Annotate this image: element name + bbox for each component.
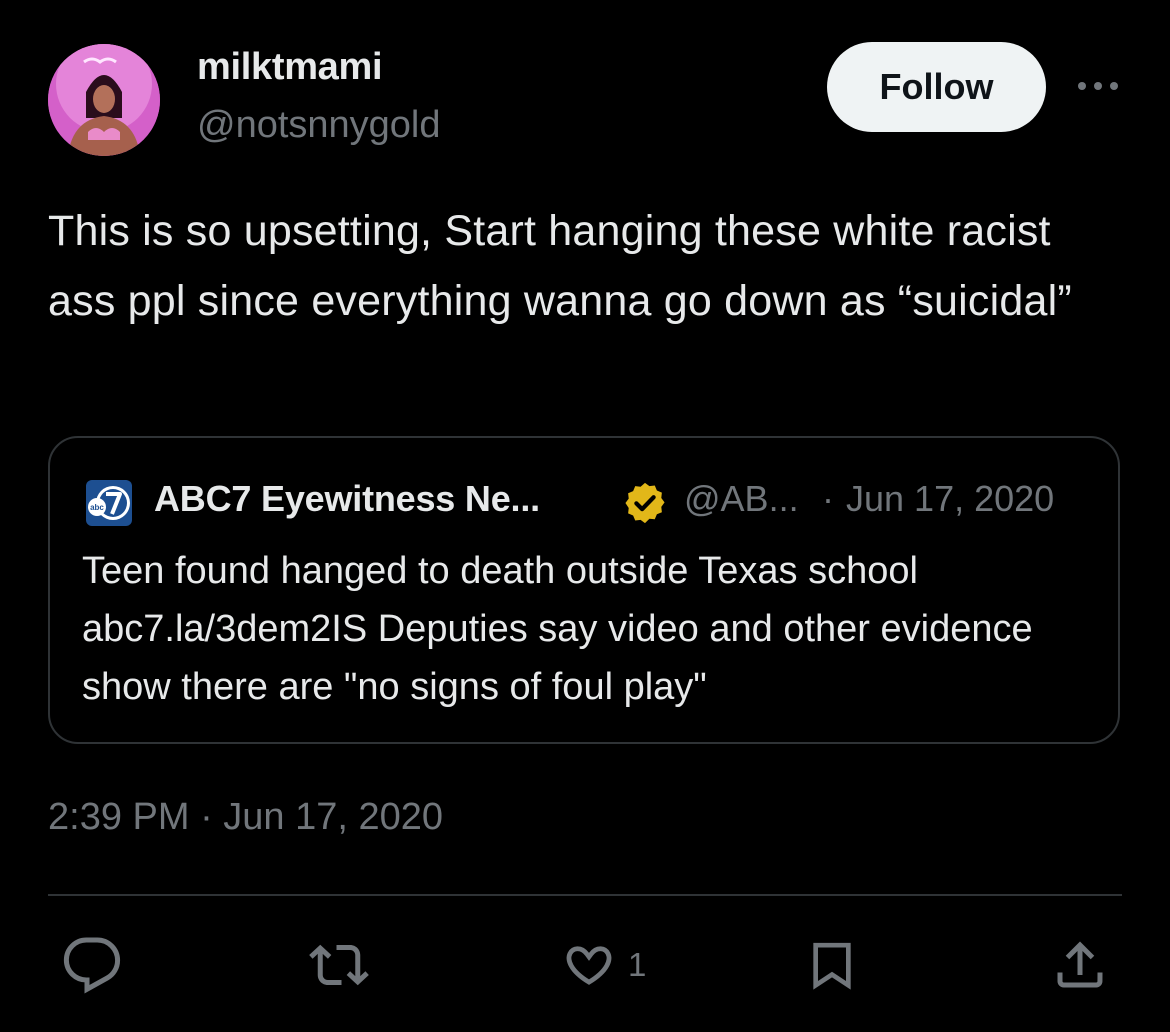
tweet-timestamp[interactable]: 2:39 PM · Jun 17, 2020 (48, 796, 443, 839)
tweet-text: This is so upsetting, Start hanging thes… (48, 207, 1072, 325)
quoted-tweet-date: Jun 17, 2020 (846, 478, 1055, 519)
quoted-tweet-text: Teen found hanged to death outside Texas… (82, 550, 1044, 708)
retweet-button[interactable] (308, 934, 370, 996)
share-button[interactable] (1050, 934, 1110, 996)
follow-button[interactable]: Follow (827, 42, 1046, 132)
author-handle[interactable]: @notsnnygold (197, 104, 441, 147)
quoted-tweet[interactable]: abc ABC7 Eyewitness Ne... @AB... · Jun 1… (48, 436, 1120, 744)
avatar[interactable] (48, 44, 160, 156)
svg-text:abc: abc (90, 503, 104, 512)
heart-icon (566, 946, 612, 985)
retweet-icon (309, 944, 369, 986)
bookmark-button[interactable] (804, 934, 860, 996)
like-count: 1 (628, 946, 647, 983)
quoted-author-handle: @AB... (684, 478, 799, 519)
more-options-icon[interactable] (1075, 76, 1121, 96)
reply-button[interactable] (62, 934, 122, 996)
share-icon (1057, 941, 1103, 988)
verified-badge-icon (622, 480, 668, 526)
separator-dot: · (822, 478, 834, 519)
abc7-logo-icon: abc (86, 480, 132, 526)
author-display-name[interactable]: milktmami (197, 46, 383, 89)
like-button[interactable]: 1 (558, 934, 646, 996)
divider (48, 894, 1122, 896)
reply-icon (63, 937, 121, 994)
bookmark-icon (813, 942, 851, 990)
quoted-author-name: ABC7 Eyewitness Ne... (154, 478, 540, 519)
